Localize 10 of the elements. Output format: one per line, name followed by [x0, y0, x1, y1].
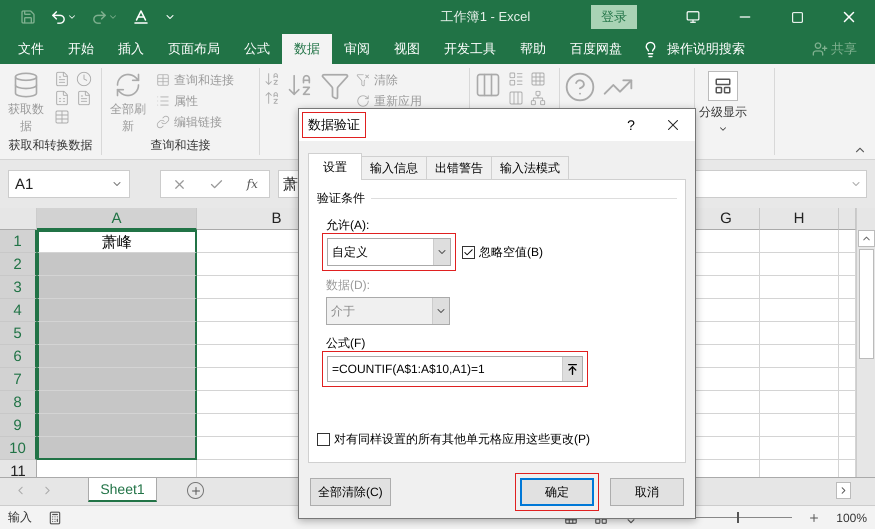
section-title: 验证条件: [317, 190, 365, 207]
checkbox-label: 忽略空值(B): [479, 244, 543, 260]
status-mode: 输入: [8, 509, 32, 526]
dialog-title: 数据验证: [302, 112, 366, 138]
window-title: 工作簿1 - Excel: [440, 8, 532, 26]
group-label: 获取和转换数据: [8, 137, 94, 154]
group-label: 查询和连接: [150, 137, 212, 154]
checkbox-label: 对有同样设置的所有其他单元格应用这些更改(P): [334, 431, 590, 448]
field-label: 公式(F): [326, 335, 366, 352]
field-label: 数据(D):: [326, 277, 371, 294]
